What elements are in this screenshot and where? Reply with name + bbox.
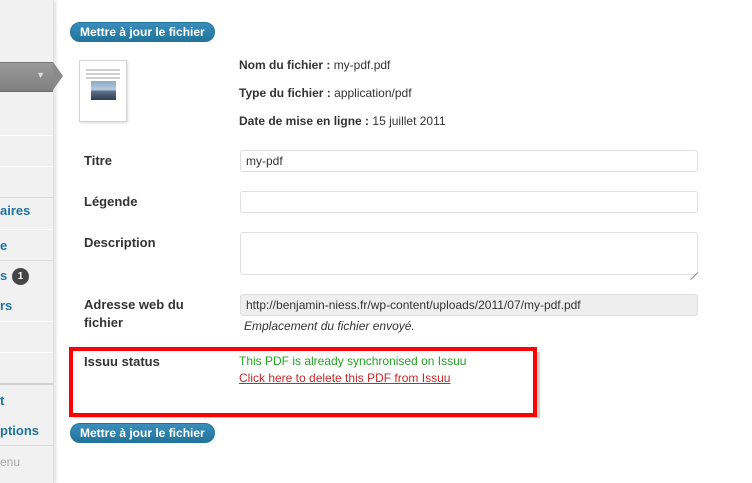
thumbnail-text-lines <box>86 69 120 81</box>
sidebar-item-comments[interactable]: aires <box>0 203 30 218</box>
update-file-button-bottom[interactable]: Mettre à jour le fichier <box>70 423 215 443</box>
issuu-status-label: Issuu status <box>84 354 160 369</box>
sidebar-separator <box>0 135 53 167</box>
file-url-help: Emplacement du fichier envoyé. <box>244 319 415 333</box>
sidebar-item-users[interactable]: rs <box>0 298 12 313</box>
url-label-line1: Adresse web du <box>84 297 184 312</box>
thumbnail-image <box>91 81 116 100</box>
sidebar-item-plugins[interactable]: s <box>0 268 7 283</box>
sidebar-item-appearance[interactable]: e <box>0 238 7 253</box>
sidebar-separator <box>0 352 53 384</box>
file-name-label: Nom du fichier : <box>239 58 331 72</box>
admin-sidebar: ▼ aires e s 1 rs t ptions enu <box>0 0 54 483</box>
file-type-value: application/pdf <box>334 86 412 100</box>
sidebar-item-settings-sub[interactable]: t <box>0 393 4 408</box>
file-type-label: Type du fichier : <box>239 86 331 100</box>
upload-date-label: Date de mise en ligne : <box>239 114 370 128</box>
caption-input[interactable] <box>240 191 698 213</box>
sidebar-item-media-active[interactable]: ▼ <box>0 62 53 92</box>
resize-grip-icon[interactable] <box>690 265 698 281</box>
title-input[interactable] <box>240 150 698 172</box>
pdf-thumbnail <box>79 60 127 122</box>
chevron-down-icon[interactable]: ▼ <box>36 70 45 80</box>
title-label: Titre <box>84 153 112 168</box>
active-menu-pointer <box>53 62 63 90</box>
sidebar-item-options[interactable]: ptions <box>0 423 39 438</box>
issuu-delete-link[interactable]: Click here to delete this PDF from Issuu <box>239 371 450 385</box>
description-textarea[interactable] <box>240 232 698 275</box>
update-count-badge: 1 <box>12 268 29 285</box>
upload-date-value: 15 juillet 2011 <box>372 114 446 128</box>
upload-date-row: Date de mise en ligne : 15 juillet 2011 <box>239 114 446 128</box>
description-label: Description <box>84 235 156 250</box>
sidebar-separator <box>0 229 53 261</box>
file-url-input[interactable] <box>240 294 698 316</box>
file-name-row: Nom du fichier : my-pdf.pdf <box>239 58 390 72</box>
file-type-row: Type du fichier : application/pdf <box>239 86 412 100</box>
file-name-value: my-pdf.pdf <box>333 58 391 72</box>
sidebar-separator <box>0 166 53 198</box>
sidebar-separator <box>0 321 53 353</box>
collapse-menu-link[interactable]: enu <box>0 455 20 469</box>
update-file-button-top[interactable]: Mettre à jour le fichier <box>70 22 215 42</box>
issuu-status-text: This PDF is already synchronised on Issu… <box>239 354 467 368</box>
url-label-line2: fichier <box>84 315 124 330</box>
caption-label: Légende <box>84 194 138 209</box>
